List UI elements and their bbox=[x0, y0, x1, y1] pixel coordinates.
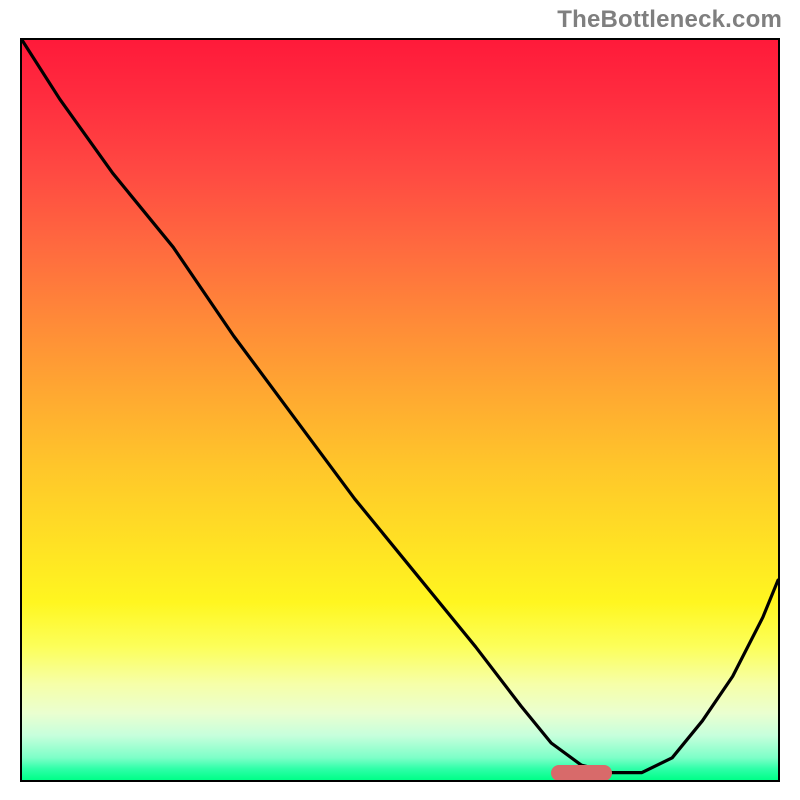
bottleneck-curve bbox=[22, 40, 778, 780]
plot-frame bbox=[20, 38, 780, 782]
chart-container: TheBottleneck.com bbox=[0, 0, 800, 800]
optimal-range-marker bbox=[551, 765, 611, 781]
watermark-text: TheBottleneck.com bbox=[557, 6, 782, 34]
